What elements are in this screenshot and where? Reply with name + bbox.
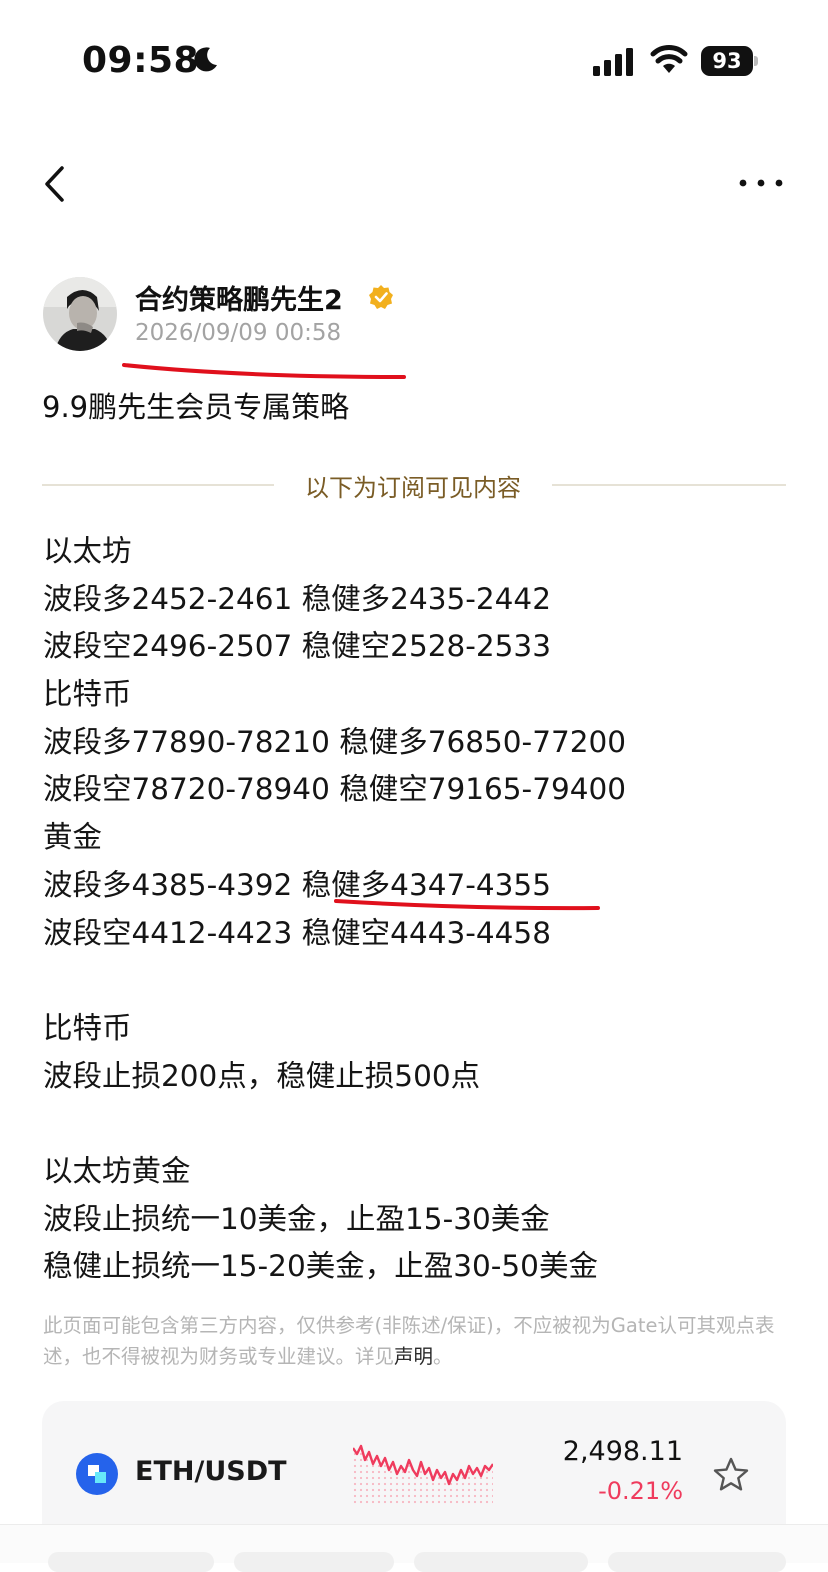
red-underline-annotation <box>122 363 406 379</box>
post-line: 比特币 <box>43 1010 132 1045</box>
post-line: 波段止损200点，稳健止损500点 <box>43 1058 481 1093</box>
post-line: 以太坊 <box>43 534 132 568</box>
bottom-action-chip[interactable] <box>48 1552 214 1572</box>
post-line-blank <box>43 957 626 1005</box>
bottom-action-chip[interactable] <box>414 1552 588 1572</box>
post-line: 以太坊黄金 <box>43 1153 191 1188</box>
post-line: 稳健止损统一15-20美金，止盈30-50美金 <box>43 1249 598 1284</box>
sparkline-chart <box>353 1444 493 1504</box>
wifi-icon <box>650 45 688 73</box>
verified-badge-icon <box>369 285 393 309</box>
subscription-divider-label: 以下为订阅可见内容 <box>305 474 521 502</box>
disclaimer-link[interactable]: 声明 <box>394 1345 433 1368</box>
eth-token-icon <box>76 1453 118 1495</box>
post-line: 波段空78720-78940 稳健空79165-79400 <box>43 772 627 807</box>
post-line: 波段多2452-2461 稳健多2435-2442 <box>43 581 551 616</box>
ticker-price: 2,498.11 <box>562 1436 683 1467</box>
more-icon[interactable] <box>738 174 784 192</box>
red-underline-annotation <box>334 899 600 911</box>
post-line: 黄金 <box>43 820 103 855</box>
post-line: 比特币 <box>43 677 132 712</box>
post-line: 波段止损统一10美金，止盈15-30美金 <box>43 1201 550 1236</box>
ticker-change: -0.21% <box>598 1477 683 1505</box>
moon-icon <box>194 47 217 72</box>
post-title: 9.9鹏先生会员专属策略 <box>42 390 350 424</box>
avatar[interactable] <box>43 277 117 351</box>
post-line: 波段多77890-78210 稳健多76850-77200 <box>43 724 627 759</box>
disclaimer-end: 。 <box>433 1345 453 1368</box>
author-name[interactable]: 合约策略鹏先生2 <box>135 278 343 317</box>
battery-icon: 93 <box>701 46 758 76</box>
post-line: 波段空2496-2507 稳健空2528-2533 <box>43 629 551 664</box>
divider-left <box>42 484 274 486</box>
post-timestamp: 2026/09/09 00:58 <box>135 320 342 346</box>
bottom-action-chip[interactable] <box>608 1552 786 1572</box>
back-icon[interactable] <box>40 166 72 202</box>
star-icon[interactable] <box>712 1456 750 1494</box>
bottom-action-chip[interactable] <box>234 1552 394 1572</box>
signal-icon <box>593 48 633 76</box>
ticker-pair[interactable]: ETH/USDT <box>135 1456 287 1487</box>
post-line-blank <box>43 1100 626 1148</box>
disclaimer: 此页面可能包含第三方内容，仅供参考(非陈述/保证)，不应被视为Gate认可其观点… <box>43 1310 788 1372</box>
divider-right <box>552 484 786 486</box>
status-time: 09:58 <box>82 40 200 81</box>
battery-level: 93 <box>701 46 753 76</box>
